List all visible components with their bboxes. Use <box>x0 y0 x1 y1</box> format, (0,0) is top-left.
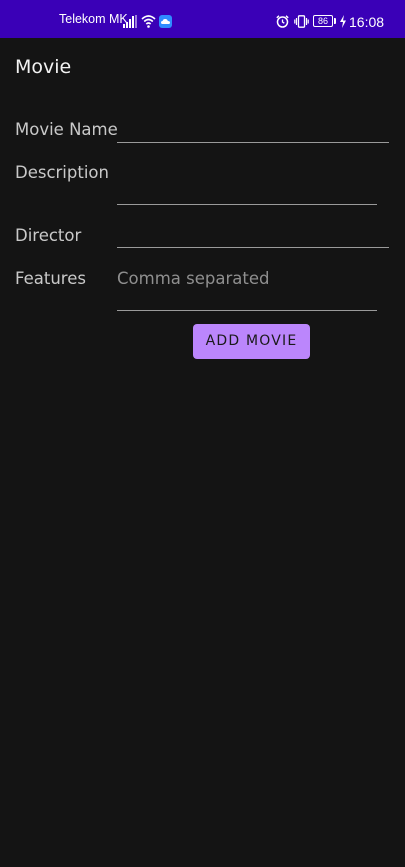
alarm-icon <box>276 15 289 28</box>
description-underline <box>117 204 377 205</box>
features-input[interactable] <box>117 268 377 290</box>
director-input[interactable] <box>117 224 389 246</box>
add-movie-button[interactable]: ADD MOVIE <box>193 324 310 359</box>
movie-name-label: Movie Name <box>15 120 118 139</box>
vibrate-icon <box>294 15 309 28</box>
movie-name-underline <box>117 142 389 143</box>
status-time: 16:08 <box>349 14 385 30</box>
features-underline <box>117 310 377 311</box>
page-title: Movie <box>15 56 72 78</box>
battery-tip <box>334 18 336 24</box>
signal-icon <box>123 15 137 28</box>
cloud-icon <box>159 15 172 28</box>
carrier-name: Telekom MK <box>59 12 128 26</box>
wifi-icon <box>141 15 156 28</box>
charging-icon <box>340 15 346 28</box>
director-label: Director <box>15 226 82 245</box>
director-underline <box>117 247 389 248</box>
battery-icon: 86 <box>313 15 333 27</box>
movie-name-input[interactable] <box>117 119 389 141</box>
status-bar: Telekom MK 86 16:08 <box>0 0 405 38</box>
features-label: Features <box>15 269 86 288</box>
description-input[interactable] <box>117 182 377 204</box>
description-label: Description <box>15 163 109 182</box>
